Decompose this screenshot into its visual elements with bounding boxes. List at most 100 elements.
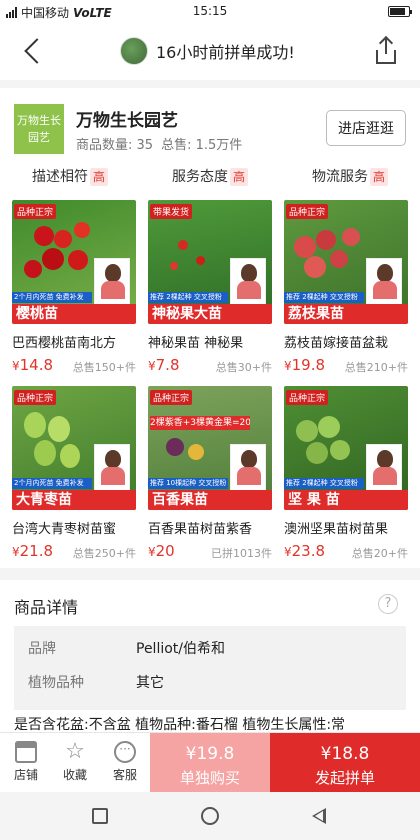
product-card[interactable]: 品种正宗 2个月内死苗 免费补发 樱桃苗 巴西樱桃苗南北方 ¥14.8 总售15… xyxy=(12,200,136,376)
product-banner: 神秘果大苗 xyxy=(148,304,272,324)
product-banner: 荔枝果苗 xyxy=(284,304,408,324)
product-title: 荔枝苗嫁接苗盆栽 xyxy=(284,336,389,351)
rating-label: 服务态度 xyxy=(171,169,228,185)
spec-key: 植物品种 xyxy=(28,675,84,691)
product-strip: 推荐 10棵起种 交叉授粉 xyxy=(148,478,228,489)
details-title: 商品详情 xyxy=(14,598,79,617)
product-image[interactable]: 品种正宗 2个月内死苗 免费补发 大青枣苗 xyxy=(12,386,136,510)
product-sold: 总售250+件 xyxy=(72,547,136,560)
product-banner: 百香果苗 xyxy=(148,490,272,510)
product-tag: 带果发货 xyxy=(150,204,193,219)
favorite-label: 收藏 xyxy=(62,768,87,782)
product-strip: 2个月内死苗 免费补发 xyxy=(12,478,92,489)
product-image[interactable]: 带果发货 推荐 2棵起种 交叉授粉 神秘果大苗 xyxy=(148,200,272,324)
product-details: 商品详情 ? 品牌 Pelliot/伯希和 植物品种 其它 是否含花盆:不含盆 … xyxy=(0,580,420,736)
product-card[interactable]: 2棵紫香+3棵黄金果=20元 品种正宗 推荐 10棵起种 交叉授粉 百香果苗 百… xyxy=(148,386,272,562)
battery-icon xyxy=(388,6,412,17)
system-back-button[interactable] xyxy=(312,808,326,824)
product-tag: 品种正宗 xyxy=(286,204,329,219)
group-price: ¥18.8 xyxy=(320,744,370,764)
buy-alone-button[interactable]: ¥19.8 单独购买 xyxy=(150,733,270,793)
spec-value: Pelliot/伯希和 xyxy=(136,641,225,657)
product-banner: 坚 果 苗 xyxy=(284,490,408,510)
product-price: ¥19.8 xyxy=(284,356,326,374)
rating-badge: 高 xyxy=(369,168,388,186)
product-tag: 品种正宗 xyxy=(14,204,57,219)
group-buy-button[interactable]: ¥18.8 发起拼单 xyxy=(270,733,420,793)
product-title: 巴西樱桃苗南北方 xyxy=(12,336,117,351)
rating-logistics: 物流服务高 xyxy=(280,166,420,190)
single-label: 单独购买 xyxy=(179,769,240,787)
product-card[interactable]: 品种正宗 2个月内死苗 免费补发 大青枣苗 台湾大青枣树苗蜜 ¥21.8 总售2… xyxy=(12,386,136,562)
single-price: ¥19.8 xyxy=(185,744,235,764)
product-sold: 总售20+件 xyxy=(351,547,408,560)
spec-summary: 是否含花盆:不含盆 植物品种:番石榴 植物生长属性:常 xyxy=(14,717,346,733)
visit-store-button[interactable]: 进店逛逛 xyxy=(326,110,406,146)
product-sold: 总售210+件 xyxy=(344,361,408,374)
product-card[interactable]: 带果发货 推荐 2棵起种 交叉授粉 神秘果大苗 神秘果苗 神秘果 ¥7.8 总售… xyxy=(148,200,272,376)
rating-badge: 高 xyxy=(89,168,108,186)
product-card[interactable]: 品种正宗 推荐 2棵起种 交叉授粉 荔枝果苗 荔枝苗嫁接苗盆栽 ¥19.8 总售… xyxy=(284,200,408,376)
product-image[interactable]: 品种正宗 2个月内死苗 免费补发 樱桃苗 xyxy=(12,200,136,324)
product-tag: 品种正宗 xyxy=(286,390,329,405)
home-button[interactable] xyxy=(201,807,219,825)
product-image[interactable]: 品种正宗 推荐 2棵起种 交叉授粉 荔枝果苗 xyxy=(284,200,408,324)
store-ratings: 描述相符高 服务态度高 物流服务高 xyxy=(0,166,420,190)
product-title: 台湾大青枣树苗蜜 xyxy=(12,522,117,537)
product-price: ¥14.8 xyxy=(12,356,54,374)
product-banner: 樱桃苗 xyxy=(12,304,136,324)
seller-photo xyxy=(366,444,402,492)
product-count: 商品数量: 35 xyxy=(76,138,154,153)
chat-icon xyxy=(114,741,136,763)
share-button[interactable] xyxy=(374,38,398,64)
product-title: 百香果苗树苗紫香 xyxy=(148,522,253,537)
recent-apps-button[interactable] xyxy=(92,808,108,824)
product-banner: 大青枣苗 xyxy=(12,490,136,510)
total-sales: 总售: 1.5万件 xyxy=(161,138,243,153)
help-icon[interactable]: ? xyxy=(378,594,398,614)
store-name[interactable]: 万物生长园艺 xyxy=(76,106,178,131)
product-sold: 已拼1013件 xyxy=(211,547,272,560)
favorite-button[interactable]: ☆ 收藏 xyxy=(55,741,95,783)
customer-service-button[interactable]: 客服 xyxy=(105,741,145,783)
product-strip: 2个月内死苗 免费补发 xyxy=(12,292,92,303)
shop-icon xyxy=(15,741,37,763)
shop-button[interactable]: 店铺 xyxy=(6,741,46,783)
product-price: ¥23.8 xyxy=(284,542,326,560)
group-label: 发起拼单 xyxy=(314,769,375,787)
rating-label: 物流服务 xyxy=(311,169,368,185)
status-bar: 中国移动 VoLTE 15:15 xyxy=(0,0,420,22)
product-strip: 推荐 2棵起种 交叉授粉 xyxy=(284,292,364,303)
spec-value: 其它 xyxy=(136,675,164,691)
spec-table: 品牌 Pelliot/伯希和 植物品种 其它 xyxy=(14,626,406,710)
rating-description: 描述相符高 xyxy=(0,166,140,190)
store-stats: 商品数量: 35 总售: 1.5万件 xyxy=(76,134,242,153)
clock: 15:15 xyxy=(192,4,228,18)
product-promo: 2棵紫香+3棵黄金果=20元 xyxy=(150,416,250,430)
product-image[interactable]: 品种正宗 推荐 2棵起种 交叉授粉 坚 果 苗 xyxy=(284,386,408,510)
store-logo[interactable]: 万物生长园艺 xyxy=(14,104,64,154)
product-image[interactable]: 2棵紫香+3棵黄金果=20元 品种正宗 推荐 10棵起种 交叉授粉 百香果苗 xyxy=(148,386,272,510)
product-title: 神秘果苗 神秘果 xyxy=(148,336,244,351)
page-title: 16小时前拼单成功! xyxy=(156,43,295,62)
seller-photo xyxy=(94,444,130,492)
product-card[interactable]: 品种正宗 推荐 2棵起种 交叉授粉 坚 果 苗 澳洲坚果苗树苗果 ¥23.8 总… xyxy=(284,386,408,562)
seller-photo xyxy=(230,444,266,492)
star-icon: ☆ xyxy=(65,739,85,764)
back-button[interactable] xyxy=(18,36,48,66)
bottom-action-bar: 店铺 ☆ 收藏 客服 ¥19.8 单独购买 ¥18.8 发起拼单 xyxy=(0,732,420,793)
product-price: ¥21.8 xyxy=(12,542,54,560)
system-nav-bar xyxy=(0,792,420,840)
product-title: 澳洲坚果苗树苗果 xyxy=(284,522,389,537)
rating-label: 描述相符 xyxy=(31,169,88,185)
spec-key: 品牌 xyxy=(28,641,56,657)
product-sold: 总售30+件 xyxy=(215,361,272,374)
product-tag: 品种正宗 xyxy=(150,390,193,405)
seller-photo xyxy=(230,258,266,306)
product-tag: 品种正宗 xyxy=(14,390,57,405)
product-price: ¥7.8 xyxy=(148,356,180,374)
avatar xyxy=(120,37,148,65)
service-label: 客服 xyxy=(112,768,137,782)
product-sold: 总售150+件 xyxy=(72,361,136,374)
product-strip: 推荐 2棵起种 交叉授粉 xyxy=(148,292,228,303)
